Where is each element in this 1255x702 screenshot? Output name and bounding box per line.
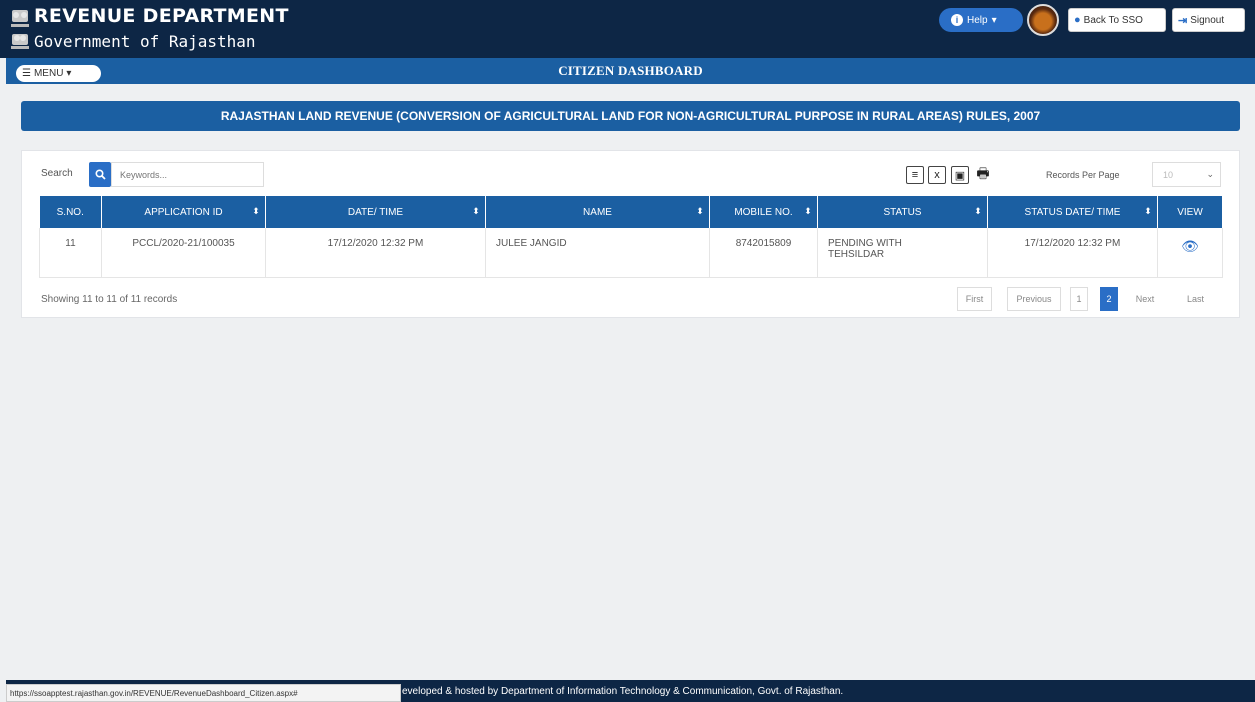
applications-table: S.NO. APPLICATION ID ⬍ DATE/ TIME ⬍ NAME ⬍ … — [39, 196, 1223, 278]
pagination-first[interactable]: First — [957, 287, 992, 311]
help-label: Help — [967, 14, 988, 26]
search-icon — [94, 169, 106, 180]
page-title: CITIZEN DASHBOARD — [558, 63, 703, 78]
chevron-down-icon: ⌄ — [1206, 169, 1214, 179]
department-title: REVENUE DEPARTMENT — [34, 5, 289, 27]
signout-icon: ⇥ — [1178, 14, 1188, 27]
cell-date-time: 17/12/2020 12:32 PM — [265, 228, 486, 278]
cell-sno: 11 — [39, 228, 102, 278]
pagination-page-1[interactable]: 1 — [1070, 287, 1088, 311]
nav-bar: ☰ MENU ▾ CITIZEN DASHBOARD — [6, 58, 1255, 84]
column-header-application-id[interactable]: APPLICATION ID ⬍ — [101, 196, 266, 228]
help-button[interactable]: i Help ▾ — [939, 8, 1023, 32]
pagination-next[interactable]: Next — [1125, 287, 1165, 311]
print-icon[interactable]: 🖶 — [974, 165, 992, 184]
signout-label: Signout — [1190, 14, 1225, 26]
pdf-export-icon[interactable]: ▣ — [951, 166, 969, 184]
pagination-previous[interactable]: Previous — [1007, 287, 1061, 311]
records-per-page-value: 10 — [1163, 169, 1174, 180]
records-per-page-select[interactable]: 10 ⌄ — [1152, 162, 1221, 187]
status-bar-url: https://ssoapptest.rajasthan.gov.in/REVE… — [6, 684, 401, 702]
footer-credit: eveloped & hosted by Department of Infor… — [402, 686, 844, 697]
avatar[interactable] — [1027, 4, 1059, 36]
back-to-sso-label: Back To SSO — [1083, 14, 1143, 26]
sort-icon: ⬍ — [804, 206, 812, 216]
column-header-status[interactable]: STATUS ⬍ — [817, 196, 988, 228]
department-subtitle: Government of Rajasthan — [34, 32, 256, 51]
column-header-date-time[interactable]: DATE/ TIME ⬍ — [265, 196, 486, 228]
cell-mobile: 8742015809 — [709, 228, 818, 278]
sort-icon: ⬍ — [974, 206, 982, 216]
pagination-last[interactable]: Last — [1173, 287, 1218, 311]
circle-icon: ● — [1074, 14, 1081, 26]
column-header-status-date-time[interactable]: STATUS DATE/ TIME ⬍ — [987, 196, 1158, 228]
rules-banner: RAJASTHAN LAND REVENUE (CONVERSION OF AG… — [21, 101, 1240, 131]
caret-down-icon: ▾ — [991, 14, 997, 26]
sort-icon: ⬍ — [472, 206, 480, 216]
records-per-page-label: Records Per Page — [1046, 170, 1120, 180]
cell-status-date-time: 17/12/2020 12:32 PM — [987, 228, 1158, 278]
records-summary: Showing 11 to 11 of 11 records — [41, 294, 178, 305]
pagination-page-2[interactable]: 2 — [1100, 287, 1118, 311]
search-button[interactable] — [89, 162, 111, 187]
column-header-mobile[interactable]: MOBILE NO. ⬍ — [709, 196, 818, 228]
sort-icon: ⬍ — [696, 206, 704, 216]
signout-button[interactable]: ⇥ Signout — [1172, 8, 1245, 32]
column-header-sno[interactable]: S.NO. — [39, 196, 102, 228]
search-label: Search — [41, 168, 73, 179]
cell-view: 👁 — [1157, 228, 1223, 278]
info-icon: i — [951, 14, 963, 26]
table-header-row: S.NO. APPLICATION ID ⬍ DATE/ TIME ⬍ NAME ⬍ … — [39, 196, 1223, 228]
back-to-sso-button[interactable]: ● Back To SSO — [1068, 8, 1166, 32]
column-header-name[interactable]: NAME ⬍ — [485, 196, 710, 228]
sort-icon: ⬍ — [252, 206, 260, 216]
cell-status: PENDING WITH TEHSILDAR — [817, 228, 988, 278]
applications-panel: Search ≡ x ▣ 🖶 Records Per Page 10 ⌄ S.N… — [21, 150, 1240, 318]
eye-icon[interactable]: 👁 — [1181, 238, 1199, 255]
cell-application-id: PCCL/2020-21/100035 — [101, 228, 266, 278]
footer: https://ssoapptest.rajasthan.gov.in/REVE… — [6, 680, 1255, 702]
cell-name: JULEE JANGID — [485, 228, 710, 278]
column-header-view: VIEW — [1157, 196, 1223, 228]
emblem-icon — [11, 10, 29, 49]
top-header: REVENUE DEPARTMENT Government of Rajasth… — [0, 0, 1255, 58]
search-input[interactable] — [111, 162, 264, 187]
sort-icon: ⬍ — [1144, 206, 1152, 216]
table-row: 11 PCCL/2020-21/100035 17/12/2020 12:32 … — [39, 228, 1223, 278]
excel-export-icon[interactable]: x — [928, 166, 946, 184]
list-view-icon[interactable]: ≡ — [906, 166, 924, 184]
